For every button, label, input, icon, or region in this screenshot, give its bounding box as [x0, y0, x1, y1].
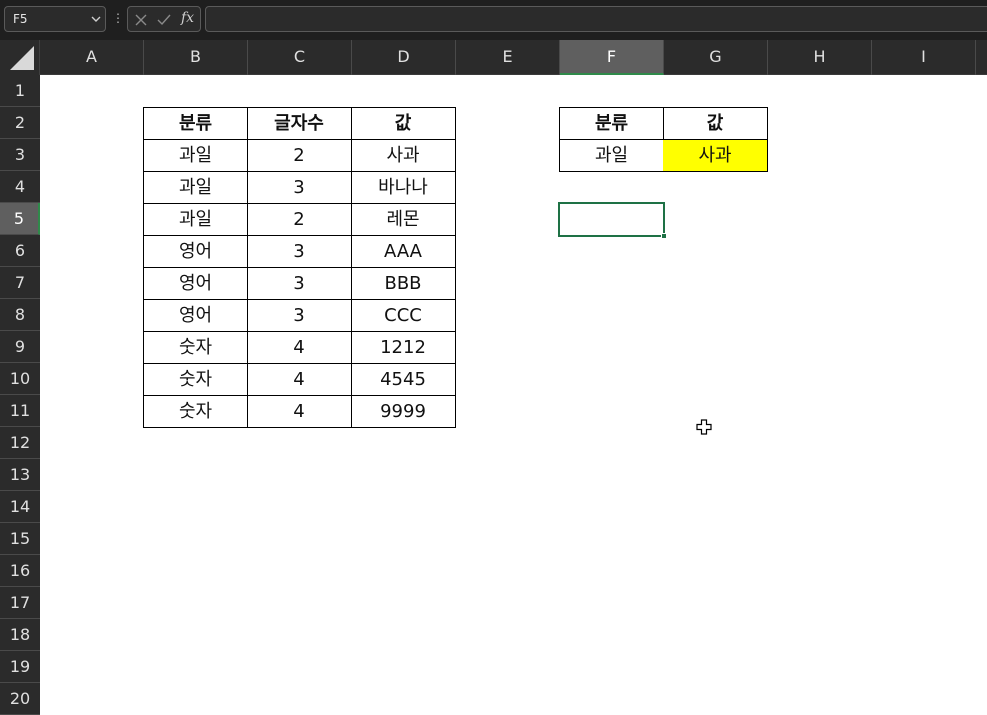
- name-box[interactable]: F5: [4, 6, 106, 32]
- chevron-down-icon[interactable]: [91, 15, 101, 23]
- active-cell-selection[interactable]: [558, 202, 665, 237]
- table-cell[interactable]: 레몬: [351, 204, 456, 236]
- row-header[interactable]: 8: [0, 299, 40, 331]
- table-cell[interactable]: 영어: [143, 300, 248, 332]
- row-header[interactable]: 1: [0, 75, 40, 107]
- table-cell[interactable]: 4: [247, 332, 352, 364]
- column-header-g[interactable]: G: [664, 40, 768, 75]
- table-cell[interactable]: 영어: [143, 236, 248, 268]
- row-header[interactable]: 4: [0, 171, 40, 203]
- table-cell[interactable]: 4: [247, 396, 352, 428]
- highlighted-result-cell[interactable]: 사과: [663, 140, 768, 172]
- row-header[interactable]: 19: [0, 651, 40, 683]
- table-cell[interactable]: 3: [247, 300, 352, 332]
- table-cell[interactable]: 사과: [351, 140, 456, 172]
- table-cell[interactable]: 과일: [559, 140, 664, 172]
- table-cell[interactable]: 2: [247, 140, 352, 172]
- table-header-cell[interactable]: 값: [351, 107, 456, 140]
- table-cell[interactable]: 숫자: [143, 332, 248, 364]
- formula-controls: fx: [127, 6, 201, 32]
- table-cell[interactable]: 3: [247, 172, 352, 204]
- column-header-c[interactable]: C: [248, 40, 352, 75]
- table-cell[interactable]: 4545: [351, 364, 456, 396]
- table-cell[interactable]: BBB: [351, 268, 456, 300]
- table-header-cell[interactable]: 분류: [143, 107, 248, 140]
- row-header[interactable]: 3: [0, 139, 40, 171]
- table-cell[interactable]: 숫자: [143, 396, 248, 428]
- row-header[interactable]: 16: [0, 555, 40, 587]
- table-header-cell[interactable]: 글자수: [247, 107, 352, 140]
- table-cell[interactable]: 과일: [143, 140, 248, 172]
- select-all-button[interactable]: [0, 40, 40, 75]
- check-icon[interactable]: [155, 11, 173, 29]
- row-header[interactable]: 15: [0, 523, 40, 555]
- table-cell[interactable]: CCC: [351, 300, 456, 332]
- row-header[interactable]: 14: [0, 491, 40, 523]
- table-header-cell[interactable]: 분류: [559, 107, 664, 140]
- row-header-bar: 1 2 3 4 5 6 7 8 9 10 11 12 13 14 15 16 1…: [0, 75, 40, 715]
- column-header-e[interactable]: E: [456, 40, 560, 75]
- name-box-value: F5: [13, 12, 28, 26]
- row-header[interactable]: 9: [0, 331, 40, 363]
- row-header[interactable]: 6: [0, 235, 40, 267]
- insert-function-button[interactable]: fx: [181, 10, 194, 26]
- row-header[interactable]: 12: [0, 427, 40, 459]
- row-header[interactable]: 13: [0, 459, 40, 491]
- table-cell[interactable]: 숫자: [143, 364, 248, 396]
- table-cell[interactable]: 2: [247, 204, 352, 236]
- column-header-bar: A B C D E F G H I: [0, 40, 987, 75]
- formula-bar: F5 ⋮ fx: [0, 0, 987, 40]
- select-all-triangle-icon: [10, 46, 34, 70]
- table-cell[interactable]: 3: [247, 268, 352, 300]
- column-header-i[interactable]: I: [872, 40, 976, 75]
- row-header[interactable]: 7: [0, 267, 40, 299]
- cell-cursor-icon: [696, 419, 712, 435]
- table-cell[interactable]: AAA: [351, 236, 456, 268]
- formula-input[interactable]: [205, 6, 987, 32]
- table-cell[interactable]: 바나나: [351, 172, 456, 204]
- row-header[interactable]: 11: [0, 395, 40, 427]
- row-header[interactable]: 17: [0, 587, 40, 619]
- column-header-f[interactable]: F: [560, 40, 664, 75]
- table-cell[interactable]: 과일: [143, 172, 248, 204]
- column-header-a[interactable]: A: [40, 40, 144, 75]
- table-cell[interactable]: 과일: [143, 204, 248, 236]
- fill-handle[interactable]: [661, 233, 667, 239]
- column-header-h[interactable]: H: [768, 40, 872, 75]
- column-header-d[interactable]: D: [352, 40, 456, 75]
- x-icon[interactable]: [132, 11, 150, 29]
- table-cell[interactable]: 1212: [351, 332, 456, 364]
- row-header-selected[interactable]: 5: [0, 203, 40, 235]
- table-cell[interactable]: 3: [247, 236, 352, 268]
- table-cell[interactable]: 영어: [143, 268, 248, 300]
- row-header[interactable]: 18: [0, 619, 40, 651]
- table-header-cell[interactable]: 값: [663, 107, 768, 140]
- row-header[interactable]: 2: [0, 107, 40, 139]
- row-header[interactable]: 10: [0, 363, 40, 395]
- more-options-icon[interactable]: ⋮: [112, 11, 124, 25]
- table-cell[interactable]: 9999: [351, 396, 456, 428]
- row-header[interactable]: 20: [0, 683, 40, 715]
- column-header-b[interactable]: B: [144, 40, 248, 75]
- table-cell[interactable]: 4: [247, 364, 352, 396]
